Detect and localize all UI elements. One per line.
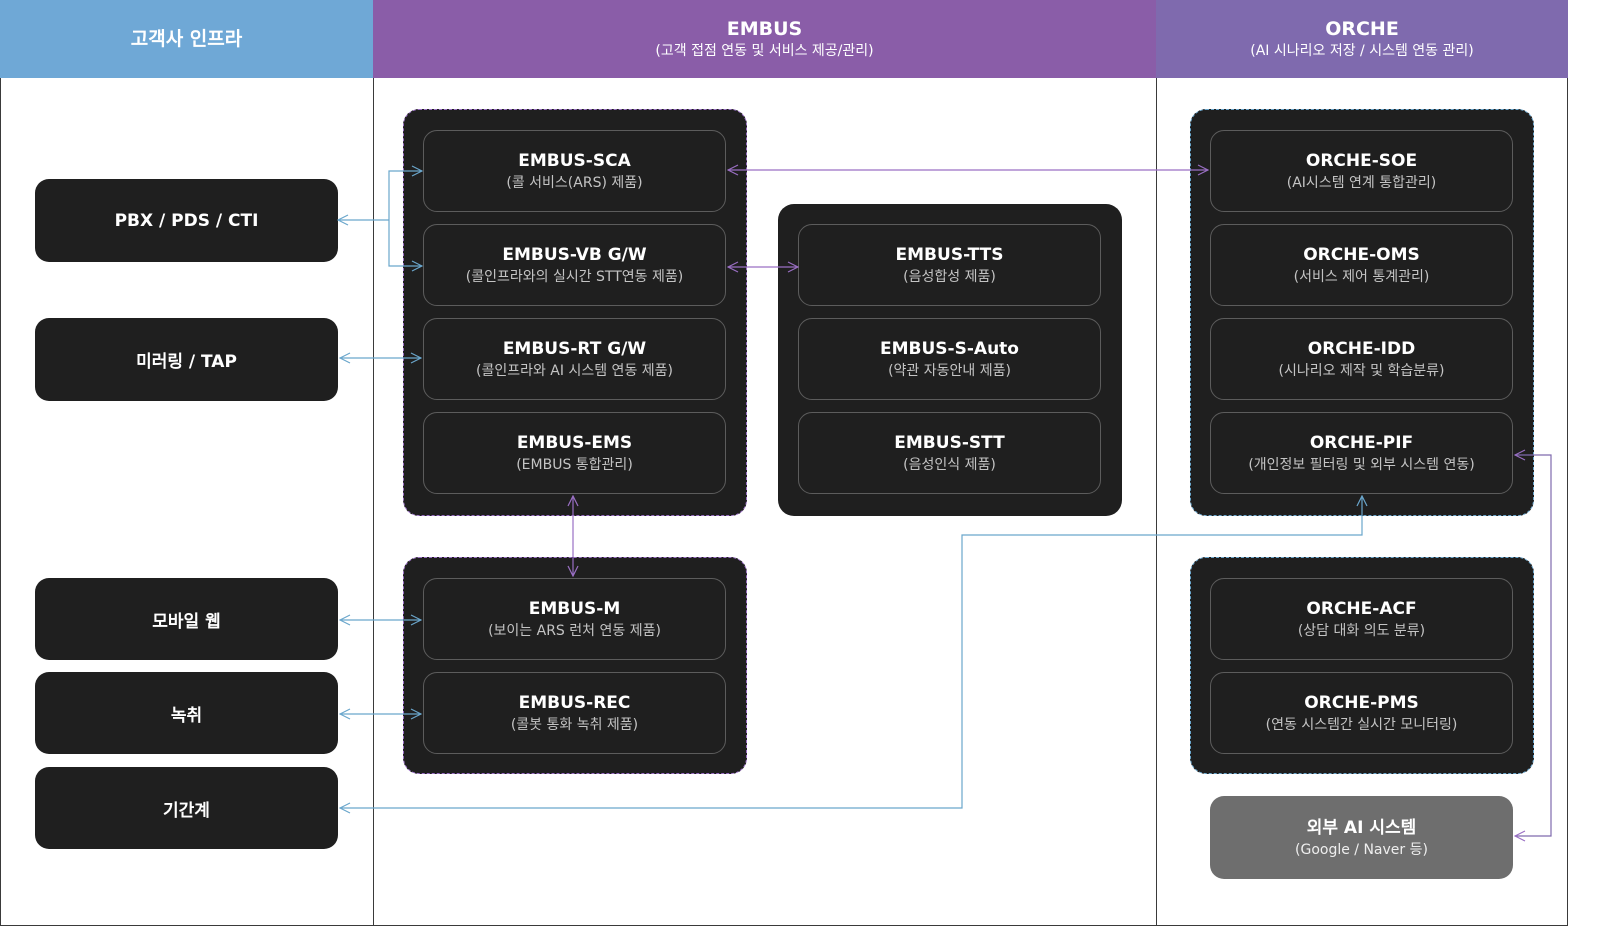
core-system-label: 기간계 (163, 800, 210, 821)
orche-idd-desc: (시나리오 제작 및 학습분류) (1278, 363, 1445, 379)
mirroring-tap-label: 미러링 / TAP (136, 352, 237, 372)
embus-m-box: EMBUS-M (보이는 ARS 런처 연동 제품) (423, 578, 726, 660)
external-ai-box: 외부 AI 시스템 (Google / Naver 등) (1210, 796, 1513, 879)
embus-sauto-box: EMBUS-S-Auto (약관 자동안내 제품) (798, 318, 1101, 400)
orche-pif-name: ORCHE-PIF (1309, 433, 1414, 453)
orche-oms-name: ORCHE-OMS (1303, 245, 1420, 265)
embus-tts-name: EMBUS-TTS (895, 245, 1004, 265)
orche-pms-desc: (연동 시스템간 실시간 모니터링) (1265, 717, 1458, 733)
mirroring-tap-box: 미러링 / TAP (35, 318, 338, 401)
orche-oms-box: ORCHE-OMS (서비스 제어 통계관리) (1210, 224, 1513, 306)
embus-stt-desc: (음성인식 제품) (903, 457, 996, 473)
external-ai-name: 외부 AI 시스템 (1306, 817, 1417, 838)
pbx-pds-cti-label: PBX / PDS / CTI (114, 210, 259, 231)
orche-soe-box: ORCHE-SOE (AI시스템 연계 통합관리) (1210, 130, 1513, 212)
mobile-web-label: 모바일 웹 (152, 611, 221, 632)
embus-vb-box: EMBUS-VB G/W (콜인프라와의 실시간 STT연동 제품) (423, 224, 726, 306)
embus-m-desc: (보이는 ARS 런처 연동 제품) (488, 623, 661, 639)
external-ai-desc: (Google / Naver 등) (1295, 841, 1428, 858)
orche-soe-desc: (AI시스템 연계 통합관리) (1286, 175, 1437, 191)
embus-rt-desc: (콜인프라와 AI 시스템 연동 제품) (476, 363, 673, 379)
orche-pif-box: ORCHE-PIF (개인정보 필터링 및 외부 시스템 연동) (1210, 412, 1513, 494)
orche-soe-name: ORCHE-SOE (1305, 151, 1418, 171)
embus-m-name: EMBUS-M (528, 599, 621, 619)
embus-sca-box: EMBUS-SCA (콜 서비스(ARS) 제품) (423, 130, 726, 212)
core-system-box: 기간계 (35, 767, 338, 849)
embus-column-title: EMBUS (726, 18, 803, 40)
embus-sauto-desc: (약관 자동안내 제품) (888, 363, 1011, 379)
orche-pms-name: ORCHE-PMS (1304, 693, 1419, 713)
embus-sca-name: EMBUS-SCA (518, 151, 631, 171)
embus-rt-name: EMBUS-RT G/W (502, 339, 647, 359)
orche-acf-desc: (상담 대화 의도 분류) (1297, 623, 1426, 639)
orche-pif-desc: (개인정보 필터링 및 외부 시스템 연동) (1248, 457, 1475, 473)
customer-column-title: 고객사 인프라 (130, 28, 243, 50)
pbx-pds-cti-box: PBX / PDS / CTI (35, 179, 338, 262)
orche-column-title: ORCHE (1325, 18, 1399, 40)
orche-idd-name: ORCHE-IDD (1307, 339, 1416, 359)
embus-ems-box: EMBUS-EMS (EMBUS 통합관리) (423, 412, 726, 494)
embus-tts-box: EMBUS-TTS (음성합성 제품) (798, 224, 1101, 306)
embus-sca-desc: (콜 서비스(ARS) 제품) (506, 175, 643, 191)
embus-stt-box: EMBUS-STT (음성인식 제품) (798, 412, 1101, 494)
orche-pms-box: ORCHE-PMS (연동 시스템간 실시간 모니터링) (1210, 672, 1513, 754)
embus-ems-desc: (EMBUS 통합관리) (516, 457, 633, 473)
orche-idd-box: ORCHE-IDD (시나리오 제작 및 학습분류) (1210, 318, 1513, 400)
embus-tts-desc: (음성합성 제품) (903, 269, 996, 285)
embus-ems-name: EMBUS-EMS (516, 433, 633, 453)
orche-acf-box: ORCHE-ACF (상담 대화 의도 분류) (1210, 578, 1513, 660)
embus-rec-box: EMBUS-REC (콜봇 통화 녹취 제품) (423, 672, 726, 754)
customer-column-header: 고객사 인프라 (0, 0, 373, 78)
embus-column-subtitle: (고객 접점 연동 및 서비스 제공/관리) (655, 43, 874, 59)
embus-rec-desc: (콜봇 통화 녹취 제품) (510, 717, 639, 733)
orche-acf-name: ORCHE-ACF (1306, 599, 1417, 619)
orche-column-header: ORCHE (AI 시나리오 저장 / 시스템 연동 관리) (1156, 0, 1568, 78)
recording-box: 녹취 (35, 672, 338, 754)
recording-label: 녹취 (170, 705, 203, 726)
mobile-web-box: 모바일 웹 (35, 578, 338, 660)
orche-oms-desc: (서비스 제어 통계관리) (1293, 269, 1430, 285)
orche-column-subtitle: (AI 시나리오 저장 / 시스템 연동 관리) (1250, 43, 1474, 59)
embus-rt-box: EMBUS-RT G/W (콜인프라와 AI 시스템 연동 제품) (423, 318, 726, 400)
embus-stt-name: EMBUS-STT (894, 433, 1005, 453)
embus-vb-name: EMBUS-VB G/W (502, 245, 647, 265)
embus-sauto-name: EMBUS-S-Auto (880, 339, 1019, 359)
embus-vb-desc: (콜인프라와의 실시간 STT연동 제품) (465, 269, 684, 285)
embus-rec-name: EMBUS-REC (518, 693, 631, 713)
embus-column-header: EMBUS (고객 접점 연동 및 서비스 제공/관리) (373, 0, 1156, 78)
